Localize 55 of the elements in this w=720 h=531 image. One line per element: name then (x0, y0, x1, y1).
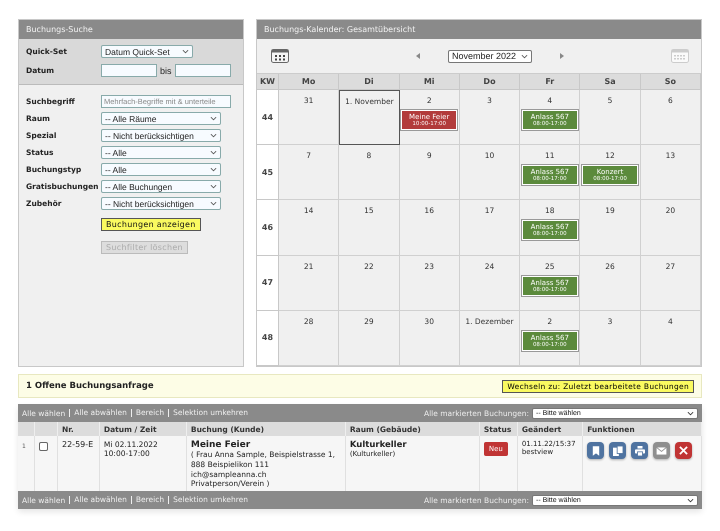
week-number: 45 (262, 168, 274, 177)
search-button[interactable]: Buchungen anzeigen (101, 218, 201, 231)
chevron-icon (210, 150, 217, 155)
column-header: Mo (279, 74, 340, 90)
week-number: 47 (262, 278, 274, 288)
print-button[interactable] (631, 442, 648, 459)
chevron-icon (210, 167, 217, 172)
column-header: Di (339, 74, 400, 90)
bookmark-icon (592, 446, 600, 456)
dropdown[interactable]: -- Alle (101, 146, 221, 159)
row-checkbox[interactable] (39, 442, 48, 451)
chevron-icon (210, 133, 217, 138)
column-header: Do (460, 74, 520, 90)
mail-button[interactable] (653, 442, 670, 459)
chevron-icon (210, 201, 217, 206)
chevron-icon (210, 184, 217, 189)
column-header: So (640, 74, 701, 90)
panel-title: Buchungs-Suche (19, 20, 243, 39)
mail-icon (656, 446, 668, 454)
range-separator: bis (160, 66, 172, 76)
table-cell: 22-59-E (62, 440, 94, 449)
copy-icon (612, 446, 623, 456)
month-dropdown[interactable]: November 2022 (448, 50, 532, 62)
panel-title: Buchungs-Kalender: Gesamtübersicht (257, 20, 701, 39)
date-field[interactable] (174, 64, 231, 77)
chevron-icon (210, 116, 217, 121)
print-icon (634, 446, 645, 456)
column-header: Fr (520, 74, 580, 90)
chevron-icon (687, 498, 694, 502)
delete-icon (679, 446, 688, 455)
dropdown[interactable]: -- Alle Buchungen (101, 180, 221, 193)
column-header: Sa (580, 74, 641, 90)
chevron-icon (687, 410, 694, 416)
calendar-icon[interactable] (271, 49, 289, 63)
dropdown[interactable]: Datum Quick-Set (101, 45, 193, 58)
chevron-icon (182, 49, 189, 54)
date-field[interactable] (101, 64, 157, 77)
dropdown[interactable]: -- Nicht berücksichtigen (101, 129, 221, 142)
week-number: 44 (262, 112, 274, 122)
column-header: Mi (400, 74, 460, 90)
chevron-icon (521, 54, 528, 58)
copy-button[interactable] (609, 442, 626, 459)
dropdown[interactable]: -- Alle (101, 163, 221, 176)
bookmark-button[interactable] (587, 442, 604, 459)
week-number: 46 (262, 222, 274, 232)
next-arrow-icon[interactable] (560, 53, 564, 59)
delete-button[interactable] (675, 442, 692, 459)
week-number: 48 (262, 333, 274, 342)
room-name: Kulturkeller (350, 440, 408, 450)
previous-arrow-icon[interactable] (416, 53, 420, 59)
dropdown[interactable]: -- Alle Räume (101, 112, 221, 125)
requests-heading: 1 Offene Buchungsanfrage (26, 381, 154, 391)
booking-title: Meine Feier (190, 440, 252, 450)
column-header: KW (257, 74, 279, 90)
dropdown[interactable]: -- Nicht berücksichtigen (101, 197, 221, 210)
